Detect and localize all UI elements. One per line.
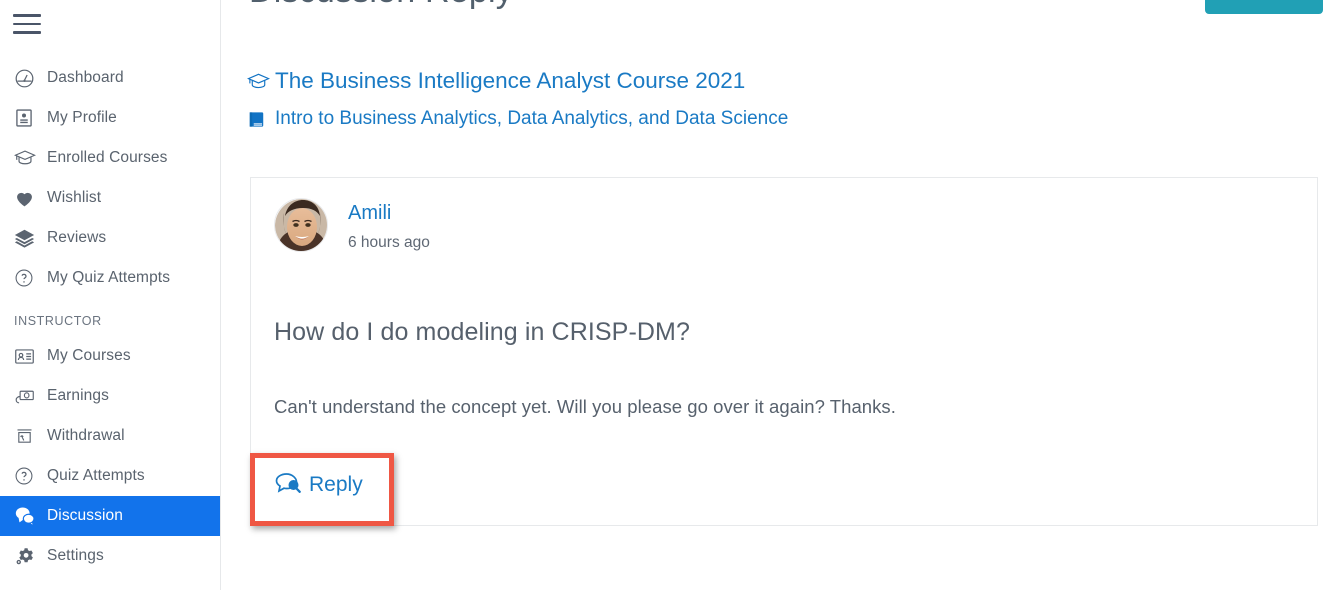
sidebar-nav: Dashboard My Profile Enrolled Courses Wi… (0, 58, 220, 576)
sidebar-item-quiz-attempts[interactable]: Quiz Attempts (0, 456, 220, 496)
discussion-header: Amili 6 hours ago (274, 198, 430, 252)
layers-icon (14, 227, 42, 249)
sidebar-item-reviews[interactable]: Reviews (0, 218, 220, 258)
breadcrumb-lesson-label: Intro to Business Analytics, Data Analyt… (275, 108, 789, 129)
breadcrumb-lesson-link[interactable]: Intro to Business Analytics, Data Analyt… (247, 102, 788, 136)
sidebar-item-label: Enrolled Courses (47, 149, 168, 166)
breadcrumb-course-label: The Business Intelligence Analyst Course… (275, 68, 746, 93)
question-circle-icon (14, 465, 42, 487)
avatar[interactable] (274, 198, 328, 252)
discussion-card: Amili 6 hours ago How do I do modeling i… (250, 177, 1318, 526)
breadcrumb-course-link[interactable]: The Business Intelligence Analyst Course… (247, 64, 788, 98)
main-content: Discussion Reply The Business Intelligen… (221, 0, 1337, 590)
gear-icon (14, 545, 42, 567)
hamburger-bar (13, 14, 41, 17)
sidebar-item-label: Settings (47, 547, 104, 564)
sidebar-item-earnings[interactable]: Earnings (0, 376, 220, 416)
graduation-cap-icon (14, 147, 42, 169)
sidebar-section-instructor: INSTRUCTOR (14, 314, 102, 328)
course-card-icon (14, 345, 42, 367)
sidebar-item-withdrawal[interactable]: Withdrawal (0, 416, 220, 456)
sidebar-item-wishlist[interactable]: Wishlist (0, 178, 220, 218)
sidebar-item-dashboard[interactable]: Dashboard (0, 58, 220, 98)
withdraw-icon (14, 425, 42, 447)
sidebar-item-label: Wishlist (47, 189, 102, 206)
sidebar-item-label: Earnings (47, 387, 109, 404)
question-circle-icon (14, 267, 42, 289)
sidebar-item-settings[interactable]: Settings (0, 536, 220, 576)
chat-bubbles-icon (14, 505, 42, 527)
sidebar-item-label: Reviews (47, 229, 107, 246)
money-hand-icon (14, 385, 42, 407)
reply-button-label: Reply (309, 472, 363, 496)
hamburger-bar (13, 22, 41, 25)
reply-chat-icon (275, 472, 301, 497)
sidebar-item-my-quiz-attempts[interactable]: My Quiz Attempts (0, 258, 220, 298)
sidebar-item-my-profile[interactable]: My Profile (0, 98, 220, 138)
sidebar-item-label: My Quiz Attempts (47, 269, 171, 286)
sidebar-item-label: Quiz Attempts (47, 467, 145, 484)
id-card-icon (14, 107, 42, 129)
page-root: Dashboard My Profile Enrolled Courses Wi… (0, 0, 1337, 590)
sidebar-item-label: Dashboard (47, 69, 124, 86)
sidebar-item-label: My Courses (47, 347, 131, 364)
post-body: Can't understand the concept yet. Will y… (274, 396, 896, 417)
hamburger-bar (13, 31, 41, 34)
breadcrumb: The Business Intelligence Analyst Course… (247, 64, 788, 136)
top-action-button[interactable] (1205, 0, 1323, 14)
author-name-link[interactable]: Amili (348, 201, 430, 225)
author-block: Amili 6 hours ago (348, 198, 430, 252)
page-title: Discussion Reply (249, 0, 513, 11)
sidebar-item-my-courses[interactable]: My Courses (0, 336, 220, 376)
sidebar-item-label: Withdrawal (47, 427, 125, 444)
sidebar: Dashboard My Profile Enrolled Courses Wi… (0, 0, 221, 590)
sidebar-item-label: Discussion (47, 507, 123, 524)
sidebar-item-discussion[interactable]: Discussion (0, 496, 220, 536)
hamburger-icon[interactable] (13, 14, 43, 36)
post-timestamp: 6 hours ago (348, 234, 430, 251)
reply-button[interactable]: Reply (273, 468, 365, 501)
sidebar-item-enrolled-courses[interactable]: Enrolled Courses (0, 138, 220, 178)
dashboard-icon (14, 67, 42, 89)
sidebar-item-label: My Profile (47, 109, 117, 126)
post-title: How do I do modeling in CRISP-DM? (274, 318, 690, 346)
heart-icon (14, 187, 42, 209)
graduation-cap-icon (247, 70, 275, 93)
book-icon (247, 110, 275, 129)
